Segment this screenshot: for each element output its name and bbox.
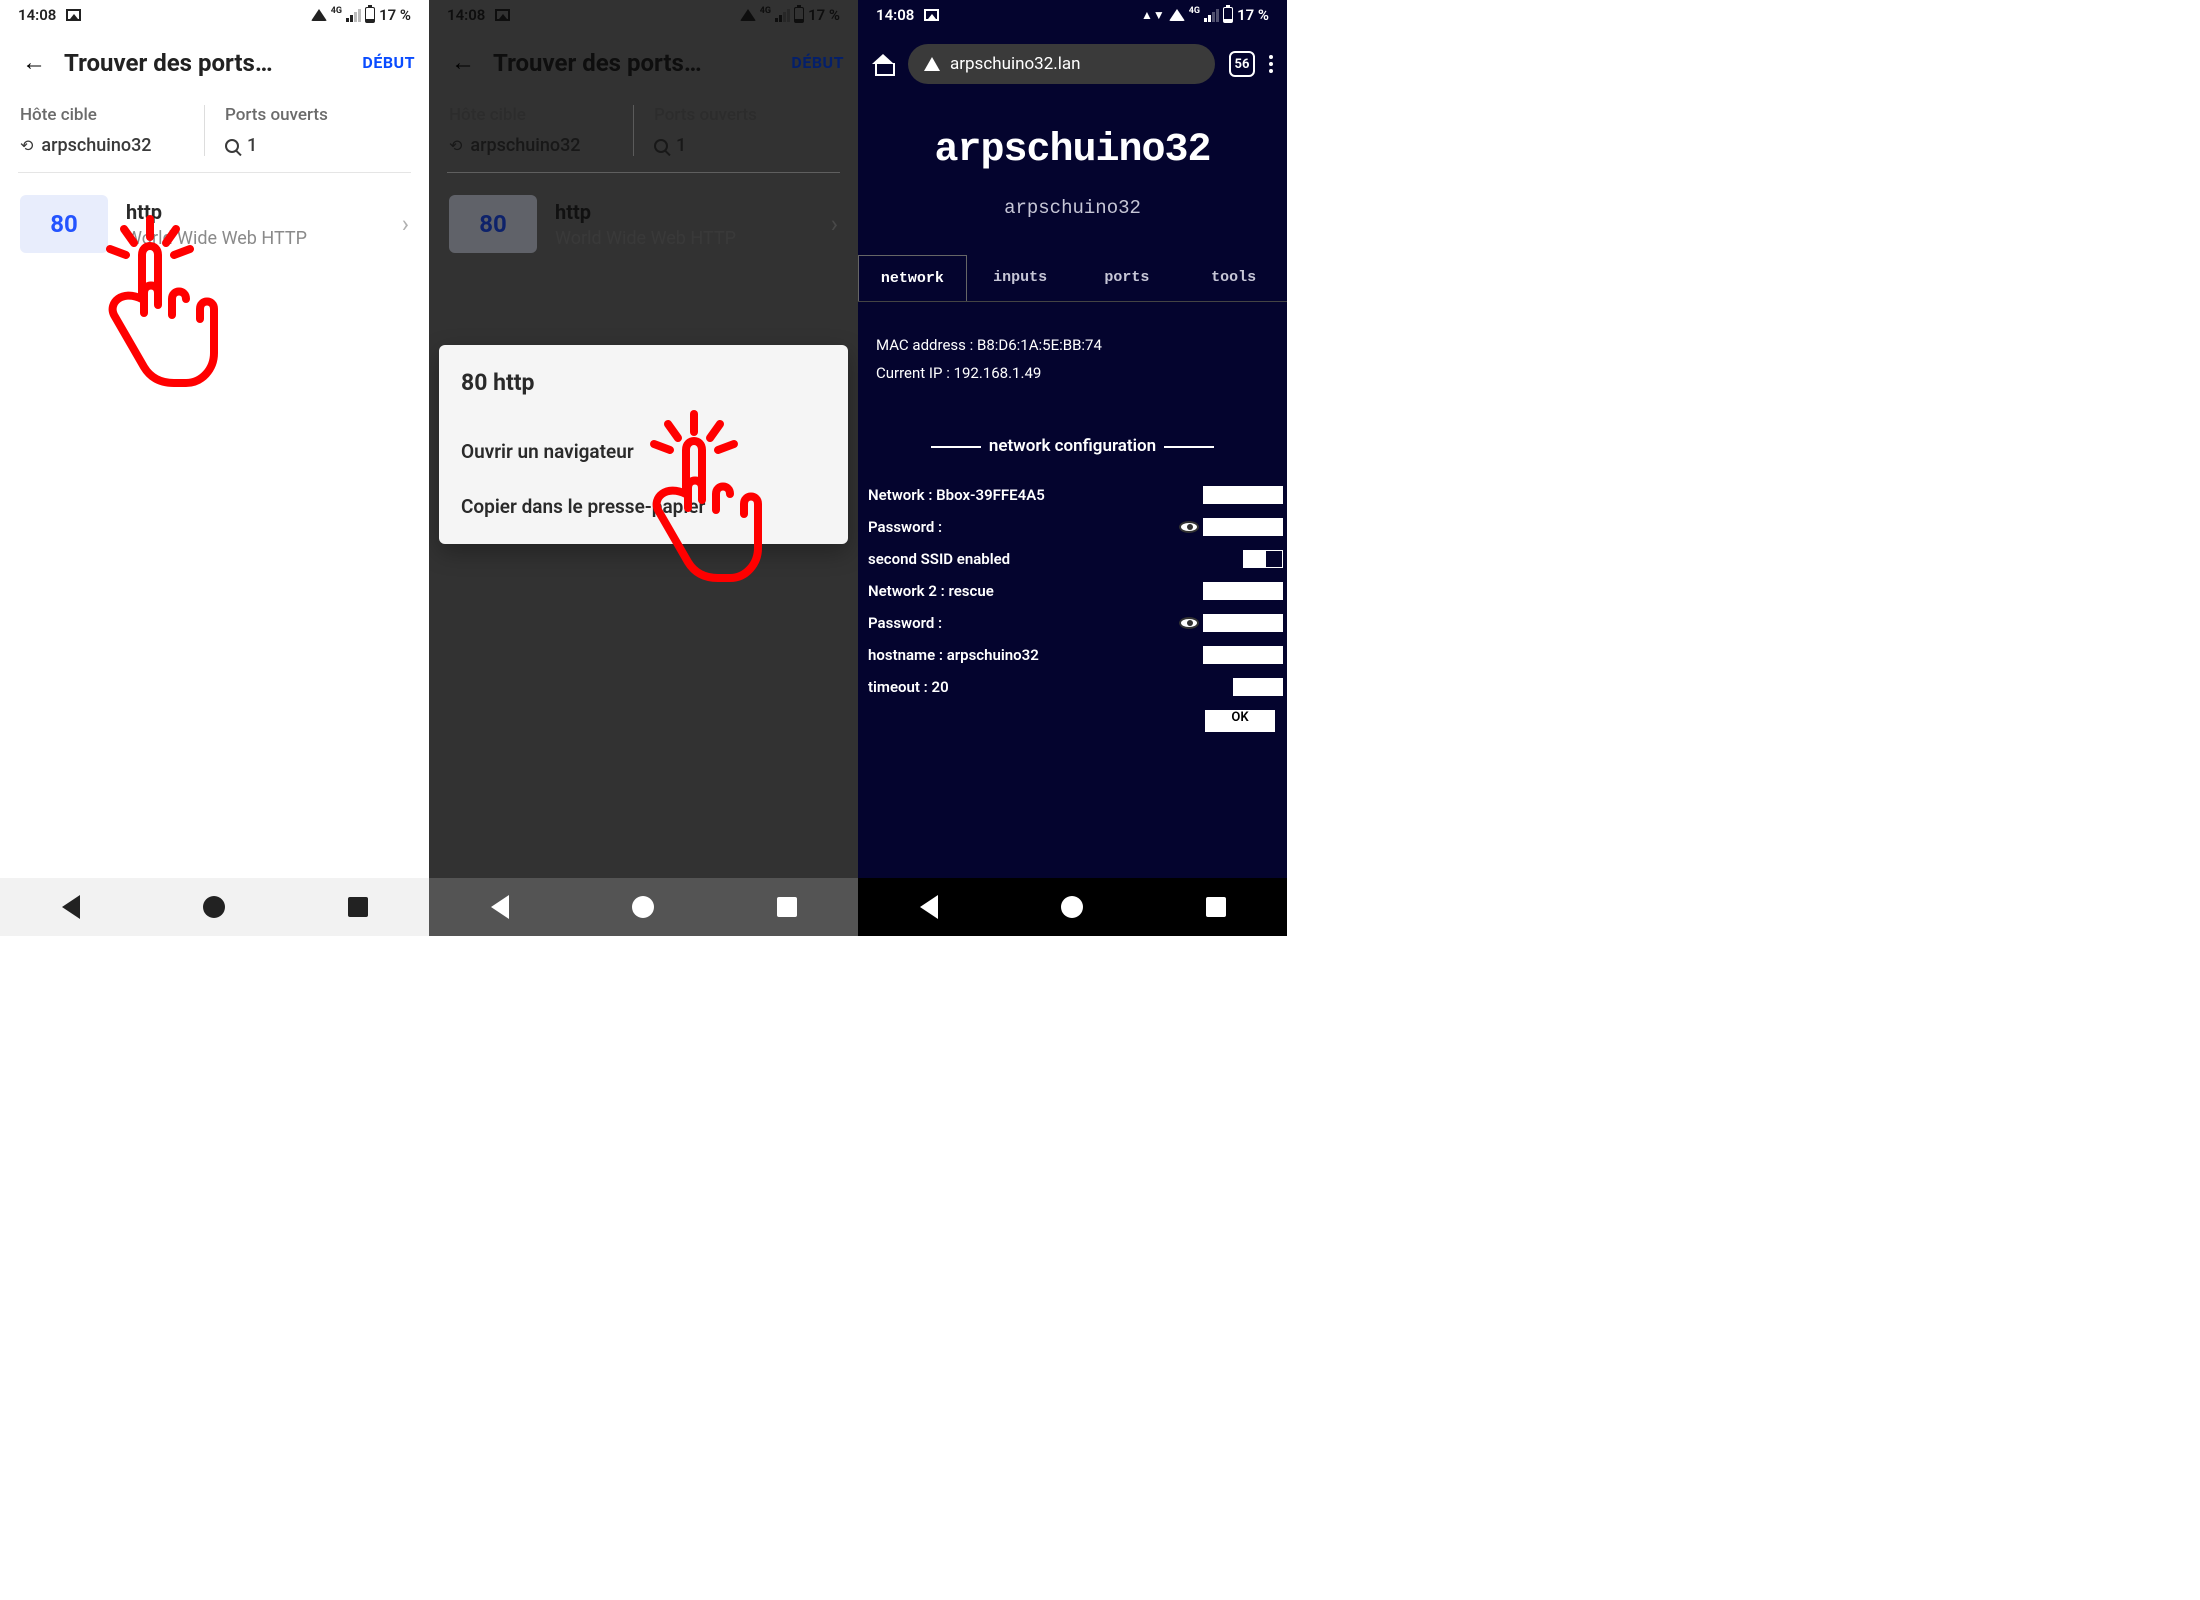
ssid2-label: second SSID enabled bbox=[868, 550, 1010, 568]
data-arrows-icon: ▲▼ bbox=[1141, 8, 1165, 22]
nav-home-icon[interactable] bbox=[1061, 896, 1083, 918]
password2-input[interactable] bbox=[1203, 614, 1283, 632]
ip-label: Current IP : bbox=[876, 364, 950, 382]
phone-screen-1: 14:08 4G 17 % ← Trouver des ports… DÉBUT… bbox=[0, 0, 429, 936]
tab-count-button[interactable]: 56 bbox=[1229, 51, 1255, 77]
signal-icon bbox=[1204, 9, 1219, 22]
network2-input[interactable] bbox=[1203, 582, 1283, 600]
page-heading: arpschuino32 bbox=[858, 128, 1287, 173]
tab-tools[interactable]: tools bbox=[1180, 255, 1287, 301]
back-icon[interactable]: ← bbox=[22, 48, 46, 77]
url-bar[interactable]: arpschuino32.lan bbox=[908, 44, 1215, 84]
nav-bar bbox=[858, 878, 1287, 936]
mac-value: B8:D6:1A:5E:BB:74 bbox=[977, 336, 1102, 354]
ip-value: 192.168.1.49 bbox=[954, 364, 1042, 382]
insecure-warning-icon bbox=[924, 57, 940, 71]
nav-back-icon[interactable] bbox=[920, 895, 938, 919]
port-number-badge: 80 bbox=[20, 195, 108, 253]
tab-ports[interactable]: ports bbox=[1074, 255, 1181, 301]
timeout-label: timeout : bbox=[868, 678, 928, 696]
clock: 14:08 bbox=[876, 6, 914, 24]
network2-label: Network 2 : bbox=[868, 582, 945, 600]
net-type: 4G bbox=[331, 6, 342, 16]
network-input[interactable] bbox=[1203, 486, 1283, 504]
open-ports-count: 1 bbox=[247, 135, 257, 156]
wifi-icon bbox=[311, 9, 327, 21]
nav-back-icon[interactable] bbox=[62, 895, 80, 919]
battery-pct: 17 % bbox=[379, 6, 411, 24]
home-icon[interactable] bbox=[872, 54, 894, 74]
nav-recent-icon[interactable] bbox=[777, 897, 797, 917]
hostname-value: arpschuino32 bbox=[947, 646, 1039, 664]
context-dialog: 80 http Ouvrir un navigateur Copier dans… bbox=[439, 345, 848, 544]
url-text: arpschuino32.lan bbox=[950, 54, 1081, 74]
tab-inputs[interactable]: inputs bbox=[967, 255, 1074, 301]
net-type: 4G bbox=[1189, 6, 1200, 16]
port-description: World Wide Web HTTP bbox=[126, 228, 384, 249]
battery-icon bbox=[1223, 7, 1233, 23]
page-title: Trouver des ports… bbox=[64, 49, 344, 77]
nav-home-icon[interactable] bbox=[203, 896, 225, 918]
ok-button[interactable]: OK bbox=[1205, 710, 1275, 732]
dialog-title: 80 http bbox=[461, 369, 826, 396]
clock: 14:08 bbox=[18, 6, 56, 24]
timeout-input[interactable] bbox=[1233, 678, 1283, 696]
section-title: network configuration bbox=[858, 436, 1287, 456]
wifi-icon bbox=[1169, 9, 1185, 21]
web-page: arpschuino32 arpschuino32 network inputs… bbox=[858, 98, 1287, 732]
nav-recent-icon[interactable] bbox=[348, 897, 368, 917]
picture-icon bbox=[924, 9, 939, 21]
status-bar: 14:08 4G 17 % bbox=[0, 0, 429, 30]
password-input[interactable] bbox=[1203, 518, 1283, 536]
phone-screen-3: 14:08 ▲▼ 4G 17 % arpschuino32.lan 56 arp… bbox=[858, 0, 1287, 936]
timeout-value: 20 bbox=[932, 678, 949, 696]
network-form: Network : Bbox-39FFE4A5 Password : secon… bbox=[858, 486, 1287, 732]
chevron-right-icon: › bbox=[402, 210, 409, 238]
status-bar: 14:08 ▲▼ 4G 17 % bbox=[858, 0, 1287, 30]
page-subtitle: arpschuino32 bbox=[858, 197, 1287, 219]
password-label: Password : bbox=[868, 518, 942, 536]
network-label: Network : bbox=[868, 486, 932, 504]
browser-toolbar: arpschuino32.lan 56 bbox=[858, 30, 1287, 98]
nav-bar bbox=[0, 878, 429, 936]
password2-label: Password : bbox=[868, 614, 942, 632]
dialog-copy-clipboard[interactable]: Copier dans le presse-papier bbox=[461, 479, 826, 534]
nav-home-icon[interactable] bbox=[632, 896, 654, 918]
network-value: Bbox-39FFE4A5 bbox=[936, 486, 1045, 504]
nav-recent-icon[interactable] bbox=[1206, 897, 1226, 917]
search-icon bbox=[225, 139, 239, 153]
host-label: Hôte cible bbox=[20, 105, 204, 125]
dialog-open-browser[interactable]: Ouvrir un navigateur bbox=[461, 424, 826, 479]
start-button[interactable]: DÉBUT bbox=[362, 53, 415, 72]
open-ports-label: Ports ouverts bbox=[225, 105, 409, 125]
picture-icon bbox=[66, 9, 81, 21]
tab-network[interactable]: network bbox=[858, 255, 967, 301]
ssid2-toggle[interactable] bbox=[1243, 550, 1283, 568]
phone-screen-2: 14:08 4G 17 % ← Trouver des ports… DÉBUT… bbox=[429, 0, 858, 936]
host-value: arpschuino32 bbox=[41, 135, 151, 156]
scan-info-row: Hôte cible ⟲ arpschuino32 Ports ouverts 1 bbox=[0, 95, 429, 172]
page-tabs: network inputs ports tools bbox=[858, 255, 1287, 302]
network-info: MAC address : B8:D6:1A:5E:BB:74 Current … bbox=[858, 302, 1287, 402]
eye-icon[interactable] bbox=[1179, 617, 1199, 629]
eye-icon[interactable] bbox=[1179, 521, 1199, 533]
app-header: ← Trouver des ports… DÉBUT bbox=[0, 30, 429, 95]
hostname-input[interactable] bbox=[1203, 646, 1283, 664]
menu-dots-icon[interactable] bbox=[1269, 55, 1273, 73]
network2-value: rescue bbox=[948, 582, 993, 600]
nav-bar bbox=[429, 878, 858, 936]
hostname-label: hostname : bbox=[868, 646, 943, 664]
battery-pct: 17 % bbox=[1237, 6, 1269, 24]
battery-icon bbox=[365, 7, 375, 23]
host-icon: ⟲ bbox=[20, 136, 33, 155]
signal-icon bbox=[346, 9, 361, 22]
mac-label: MAC address : bbox=[876, 336, 973, 354]
port-protocol: http bbox=[126, 200, 384, 224]
port-item[interactable]: 80 http World Wide Web HTTP › bbox=[0, 173, 429, 275]
nav-back-icon[interactable] bbox=[491, 895, 509, 919]
